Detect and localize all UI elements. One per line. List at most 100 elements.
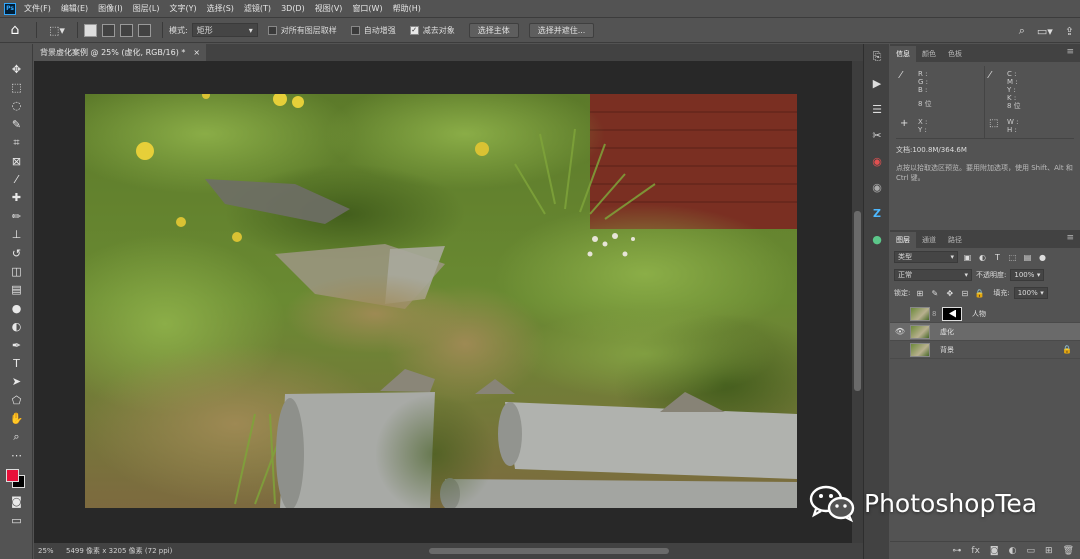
quick-mask-icon[interactable]: ◙ (0, 493, 33, 511)
add-selection-icon[interactable] (102, 23, 115, 37)
sample-all-layers-checkbox[interactable] (267, 25, 277, 35)
auto-enhance-checkbox[interactable] (350, 25, 360, 35)
canvas-area[interactable] (34, 61, 852, 543)
dodge-tool-icon[interactable]: ◐ (0, 317, 33, 335)
home-icon[interactable]: ⌂ (0, 18, 30, 42)
lock-artboard-icon[interactable]: ⊟ (959, 288, 970, 299)
gradient-tool-icon[interactable]: ▤ (0, 281, 33, 299)
history-brush-tool-icon[interactable]: ↺ (0, 244, 33, 262)
add-mask-icon[interactable]: ◙ (990, 546, 999, 556)
panel-menu-icon[interactable]: ≡ (1066, 233, 1074, 243)
smart-filter-icon[interactable]: ▤ (1022, 252, 1033, 263)
move-tool-icon[interactable]: ✥ (0, 60, 33, 78)
menu-type[interactable]: 文字(Y) (169, 3, 196, 14)
horizontal-scroll-thumb[interactable] (429, 548, 669, 554)
marquee-tool-icon[interactable]: ⬚ (0, 78, 33, 96)
tab-layers[interactable]: 图层 (890, 232, 916, 248)
menu-view[interactable]: 视图(V) (315, 3, 343, 14)
vertical-scroll-thumb[interactable] (854, 211, 861, 391)
new-layer-icon[interactable]: ⊞ (1045, 546, 1053, 556)
blur-tool-icon[interactable]: ● (0, 299, 33, 317)
properties-panel-icon[interactable]: ☰ (864, 96, 890, 122)
eye-icon[interactable]: 👁 (892, 327, 908, 336)
zoom-level-field[interactable]: 25% (34, 547, 58, 555)
filter-toggle-icon[interactable]: ● (1037, 252, 1048, 263)
lock-transparency-icon[interactable]: ⊞ (914, 288, 925, 299)
actions-panel-icon[interactable]: ▶ (864, 70, 890, 96)
share-icon[interactable]: ⇪ (1065, 25, 1074, 38)
tab-color[interactable]: 颜色 (916, 46, 942, 62)
menu-window[interactable]: 窗口(W) (352, 3, 382, 14)
adjustment-filter-icon[interactable]: ◐ (977, 252, 988, 263)
menu-select[interactable]: 选择(S) (207, 3, 234, 14)
brush-tool-icon[interactable]: ✏ (0, 207, 33, 225)
menu-image[interactable]: 图像(I) (98, 3, 123, 14)
quick-select-tool-icon[interactable]: ✎ (0, 115, 33, 133)
fill-field[interactable]: 100% ▾ (1013, 287, 1048, 299)
close-icon[interactable]: × (193, 48, 200, 57)
select-and-mask-button[interactable]: 选择并遮住... (528, 22, 595, 38)
hand-tool-icon[interactable]: ✋ (0, 409, 33, 427)
new-selection-icon[interactable] (84, 23, 97, 37)
horizontal-scrollbar[interactable] (214, 547, 854, 555)
eyedropper-tool-icon[interactable]: ⁄ (0, 170, 33, 188)
intersect-selection-icon[interactable] (138, 23, 151, 37)
shape-filter-icon[interactable]: ⬚ (1007, 252, 1018, 263)
tab-info[interactable]: 信息 (890, 46, 916, 62)
zoom-tool-icon[interactable]: ⌕ (0, 428, 33, 446)
lock-position-icon[interactable]: ✥ (944, 288, 955, 299)
menu-filter[interactable]: 滤镜(T) (244, 3, 271, 14)
menu-help[interactable]: 帮助(H) (393, 3, 421, 14)
foreground-color-swatch[interactable] (6, 468, 19, 482)
menu-edit[interactable]: 编辑(E) (61, 3, 88, 14)
shape-tool-icon[interactable]: ⬠ (0, 391, 33, 409)
document-canvas-image[interactable] (85, 94, 797, 508)
edit-toolbar-icon[interactable]: ⋯ (0, 446, 33, 464)
tab-channels[interactable]: 通道 (916, 232, 942, 248)
layer-mask-thumbnail[interactable] (942, 306, 962, 321)
lock-all-icon[interactable]: 🔒 (974, 288, 985, 299)
crop-tool-icon[interactable]: ⌗ (0, 134, 33, 152)
tab-swatches[interactable]: 色板 (942, 46, 968, 62)
plugin-z-icon[interactable]: Z (864, 200, 890, 226)
link-icon[interactable]: 8 (932, 310, 938, 318)
vertical-scrollbar[interactable] (852, 61, 863, 543)
blend-mode-dropdown[interactable]: 正常 ▾ (894, 269, 972, 281)
new-group-icon[interactable]: ▭ (1027, 546, 1036, 556)
mode-dropdown[interactable]: 矩形 ▾ (191, 23, 258, 37)
subtract-selection-icon[interactable] (120, 23, 133, 37)
frame-tool-icon[interactable]: ⊠ (0, 152, 33, 170)
adjustment-layer-icon[interactable]: ◐ (1009, 546, 1017, 556)
link-layers-icon[interactable]: ⊶ (952, 546, 961, 556)
type-filter-icon[interactable]: T (992, 252, 1003, 263)
path-select-tool-icon[interactable]: ➤ (0, 373, 33, 391)
type-tool-icon[interactable]: T (0, 354, 33, 372)
layer-row-person[interactable]: 8 人物 (890, 305, 1080, 323)
history-panel-icon[interactable]: ⎘ (864, 44, 890, 70)
menu-layer[interactable]: 图层(L) (133, 3, 160, 14)
plugin-green-icon[interactable]: ● (864, 226, 890, 252)
healing-brush-tool-icon[interactable]: ✚ (0, 189, 33, 207)
menu-3d[interactable]: 3D(D) (281, 4, 305, 13)
plugin-red-icon[interactable]: ◉ (864, 148, 890, 174)
screen-mode-icon[interactable]: ▭ (0, 511, 33, 529)
pen-tool-icon[interactable]: ✒ (0, 336, 33, 354)
layer-row-background[interactable]: 背景 🔒 (890, 341, 1080, 359)
tools-panel-icon[interactable]: ✂ (864, 122, 890, 148)
subtract-object-checkbox[interactable]: ✓ (409, 25, 419, 35)
fx-icon[interactable]: fx (971, 546, 980, 556)
eraser-tool-icon[interactable]: ◫ (0, 262, 33, 280)
pixel-filter-icon[interactable]: ▣ (962, 252, 973, 263)
tab-paths[interactable]: 路径 (942, 232, 968, 248)
panel-menu-icon[interactable]: ≡ (1066, 47, 1074, 57)
tool-preset-picker[interactable]: ⬚▾ (43, 21, 71, 39)
document-info[interactable]: 5499 像素 x 3205 像素 (72 ppi) (58, 546, 172, 556)
opacity-field[interactable]: 100% ▾ (1010, 269, 1045, 281)
plugin-gray-icon[interactable]: ◉ (864, 174, 890, 200)
workspace-icon[interactable]: ▭▾ (1037, 25, 1053, 38)
trash-icon[interactable]: 🗑 (1063, 546, 1074, 556)
layer-row-blur[interactable]: 👁 虚化 (890, 323, 1080, 341)
search-icon[interactable]: ⌕ (1019, 24, 1025, 38)
clone-stamp-tool-icon[interactable]: ⊥ (0, 226, 33, 244)
select-subject-button[interactable]: 选择主体 (468, 22, 519, 38)
